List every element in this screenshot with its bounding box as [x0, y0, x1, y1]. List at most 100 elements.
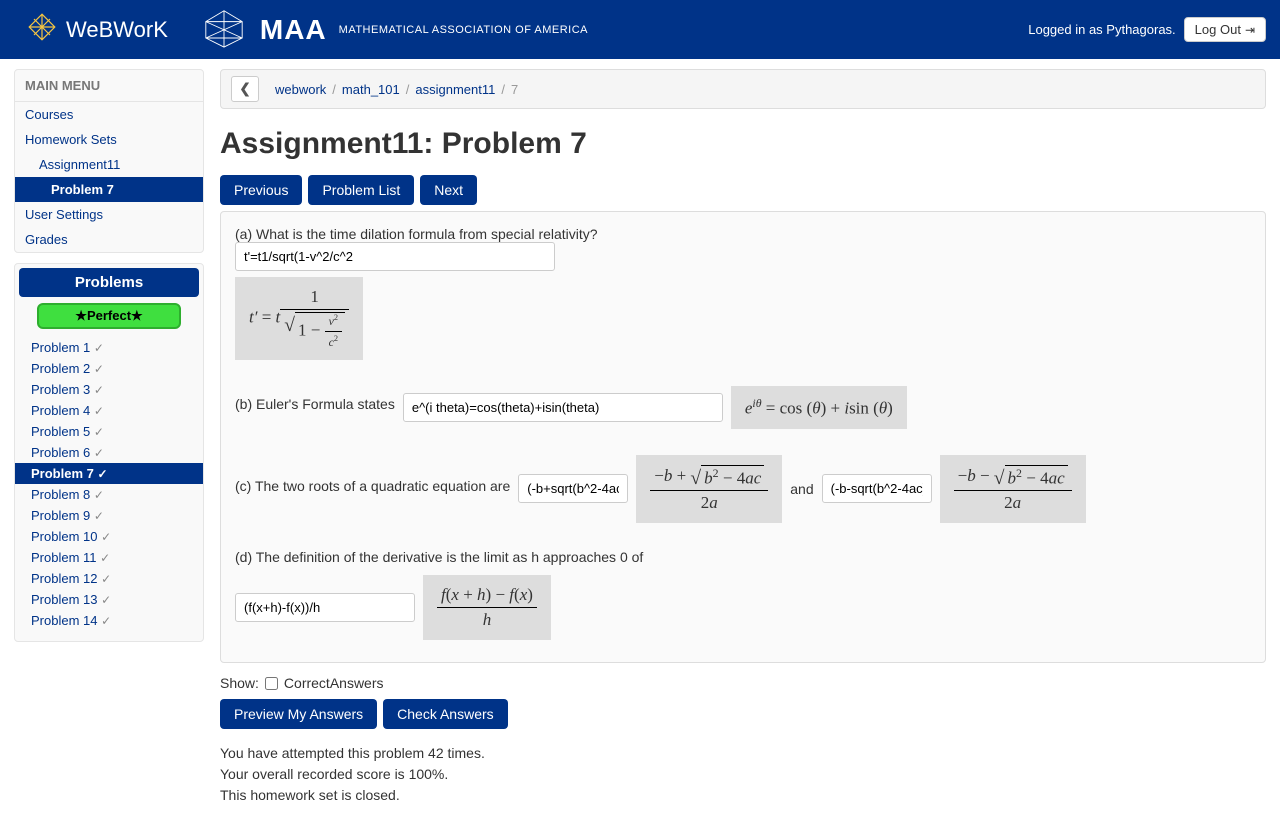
page-title: Assignment11: Problem 7 [220, 127, 1266, 161]
math-preview-c1: −b + √b2 − 4ac2a [636, 455, 782, 524]
next-button[interactable]: Next [420, 175, 477, 205]
brand-link[interactable]: WeBWorK [14, 11, 180, 49]
attempts-line1: You have attempted this problem 42 times… [220, 743, 1266, 764]
footer-controls: Show: CorrectAnswers Preview My Answers … [220, 675, 1266, 806]
brand-text: WeBWorK [66, 17, 168, 43]
crumb-current: 7 [511, 82, 518, 97]
problem-list-item[interactable]: Problem 13 ✓ [15, 589, 203, 610]
math-preview-a: t′ = t1√1 − v2c2 [235, 277, 363, 360]
webwork-logo-icon [26, 11, 58, 49]
problem-link[interactable]: Problem 4 ✓ [31, 403, 104, 418]
problem-list-item[interactable]: Problem 10 ✓ [15, 526, 203, 547]
nav-problem-7[interactable]: Problem 7 [51, 182, 114, 197]
previous-button[interactable]: Previous [220, 175, 302, 205]
preview-answers-button[interactable]: Preview My Answers [220, 699, 377, 729]
problem-link[interactable]: Problem 6 ✓ [31, 445, 104, 460]
sidebar: MAIN MENU Courses Homework Sets Assignme… [14, 69, 204, 652]
attempts-line2: Your overall recorded score is 100%. [220, 764, 1266, 785]
check-icon: ✓ [94, 509, 104, 523]
perfect-badge: ★Perfect★ [37, 303, 181, 329]
maa-subtext: MATHEMATICAL ASSOCIATION OF AMERICA [339, 24, 588, 36]
problem-list-item[interactable]: Problem 9 ✓ [15, 505, 203, 526]
breadcrumb: ❮ webwork / math_101 / assignment11 / 7 [220, 69, 1266, 109]
problem-link[interactable]: Problem 13 ✓ [31, 592, 111, 607]
problem-link[interactable]: Problem 8 ✓ [31, 487, 104, 502]
crumb-sep: / [406, 82, 410, 97]
problem-link[interactable]: Problem 3 ✓ [31, 382, 104, 397]
part-a-text: (a) What is the time dilation formula fr… [235, 226, 598, 242]
problems-panel: Problems ★Perfect★ Problem 1 ✓Problem 2 … [14, 263, 204, 642]
problem-link[interactable]: Problem 11 ✓ [31, 550, 110, 565]
nav-grades[interactable]: Grades [25, 232, 68, 247]
answer-input-a[interactable] [235, 242, 555, 271]
nav-homework-sets[interactable]: Homework Sets [25, 132, 117, 147]
math-preview-c2: −b − √b2 − 4ac2a [940, 455, 1086, 524]
part-c: (c) The two roots of a quadratic equatio… [235, 455, 1251, 524]
logout-label: Log Out [1195, 22, 1241, 37]
check-icon: ✓ [101, 614, 111, 628]
answer-input-c1[interactable] [518, 474, 628, 503]
problem-list-button[interactable]: Problem List [308, 175, 414, 205]
problem-list-item[interactable]: Problem 12 ✓ [15, 568, 203, 589]
problem-list-item[interactable]: Problem 4 ✓ [15, 400, 203, 421]
part-c-text: (c) The two roots of a quadratic equatio… [235, 478, 510, 494]
problem-link[interactable]: Problem 9 ✓ [31, 508, 104, 523]
check-icon: ✓ [94, 488, 104, 502]
problems-list: Problem 1 ✓ Problem 2 ✓ Problem 3 ✓ Problem… [15, 337, 203, 641]
crumb-webwork[interactable]: webwork [275, 82, 326, 97]
problem-body: (a) What is the time dilation formula fr… [220, 211, 1266, 663]
check-icon: ✓ [100, 551, 110, 565]
problem-list-item[interactable]: Problem 6 ✓ [15, 442, 203, 463]
problem-link[interactable]: Problem 10 ✓ [31, 529, 111, 544]
part-d-text: (d) The definition of the derivative is … [235, 549, 643, 565]
problem-nav: Previous Problem List Next [220, 175, 1266, 205]
problem-list-item[interactable]: Problem 5 ✓ [15, 421, 203, 442]
breadcrumb-back-button[interactable]: ❮ [231, 76, 259, 102]
check-answers-button[interactable]: Check Answers [383, 699, 507, 729]
problem-list-item[interactable]: Problem 11 ✓ [15, 547, 203, 568]
check-icon: ✓ [97, 467, 107, 481]
problem-link[interactable]: Problem 1 ✓ [31, 340, 104, 355]
correct-answers-label: CorrectAnswers [284, 675, 384, 691]
problem-link[interactable]: Problem 5 ✓ [31, 424, 104, 439]
check-icon: ✓ [94, 425, 104, 439]
problem-link[interactable]: Problem 2 ✓ [31, 361, 104, 376]
problem-link[interactable]: Problem 7 ✓ [31, 466, 108, 481]
answer-input-b[interactable] [403, 393, 723, 422]
answer-input-d[interactable] [235, 593, 415, 622]
problem-list-item[interactable]: Problem 8 ✓ [15, 484, 203, 505]
problem-link[interactable]: Problem 14 ✓ [31, 613, 111, 628]
check-icon: ✓ [94, 362, 104, 376]
part-a: (a) What is the time dilation formula fr… [235, 226, 1251, 360]
answer-input-c2[interactable] [822, 474, 932, 503]
problem-list-item[interactable]: Problem 2 ✓ [15, 358, 203, 379]
logout-button[interactable]: Log Out ⇥ [1184, 17, 1266, 42]
part-b-text: (b) Euler's Formula states [235, 396, 395, 412]
check-icon: ✓ [101, 572, 111, 586]
nav-courses[interactable]: Courses [25, 107, 73, 122]
main-menu-header: MAIN MENU [15, 70, 203, 102]
part-d: (d) The definition of the derivative is … [235, 549, 1251, 640]
problem-list-item[interactable]: Problem 3 ✓ [15, 379, 203, 400]
problem-link[interactable]: Problem 12 ✓ [31, 571, 111, 586]
part-b: (b) Euler's Formula states eiθ = cos (θ)… [235, 386, 1251, 429]
check-icon: ✓ [94, 383, 104, 397]
problem-list-item[interactable]: Problem 1 ✓ [15, 337, 203, 358]
crumb-sep: / [332, 82, 336, 97]
nav-assignment11[interactable]: Assignment11 [39, 157, 120, 172]
part-c-and: and [790, 481, 813, 497]
problem-list-item[interactable]: Problem 7 ✓ [15, 463, 203, 484]
main-menu-panel: MAIN MENU Courses Homework Sets Assignme… [14, 69, 204, 253]
math-preview-b: eiθ = cos (θ) + isin (θ) [731, 386, 907, 429]
topbar: WeBWorK MAA MATHEMATICAL ASSOCIATION OF … [0, 0, 1280, 59]
correct-answers-checkbox[interactable] [265, 677, 278, 690]
crumb-sep: / [501, 82, 505, 97]
crumb-math101[interactable]: math_101 [342, 82, 400, 97]
attempts-info: You have attempted this problem 42 times… [220, 743, 1266, 806]
check-icon: ✓ [94, 446, 104, 460]
maa-word: MAA [260, 14, 327, 46]
nav-user-settings[interactable]: User Settings [25, 207, 103, 222]
problem-list-item[interactable]: Problem 14 ✓ [15, 610, 203, 631]
crumb-assignment11[interactable]: assignment11 [415, 82, 495, 97]
logout-icon: ⇥ [1245, 23, 1255, 37]
